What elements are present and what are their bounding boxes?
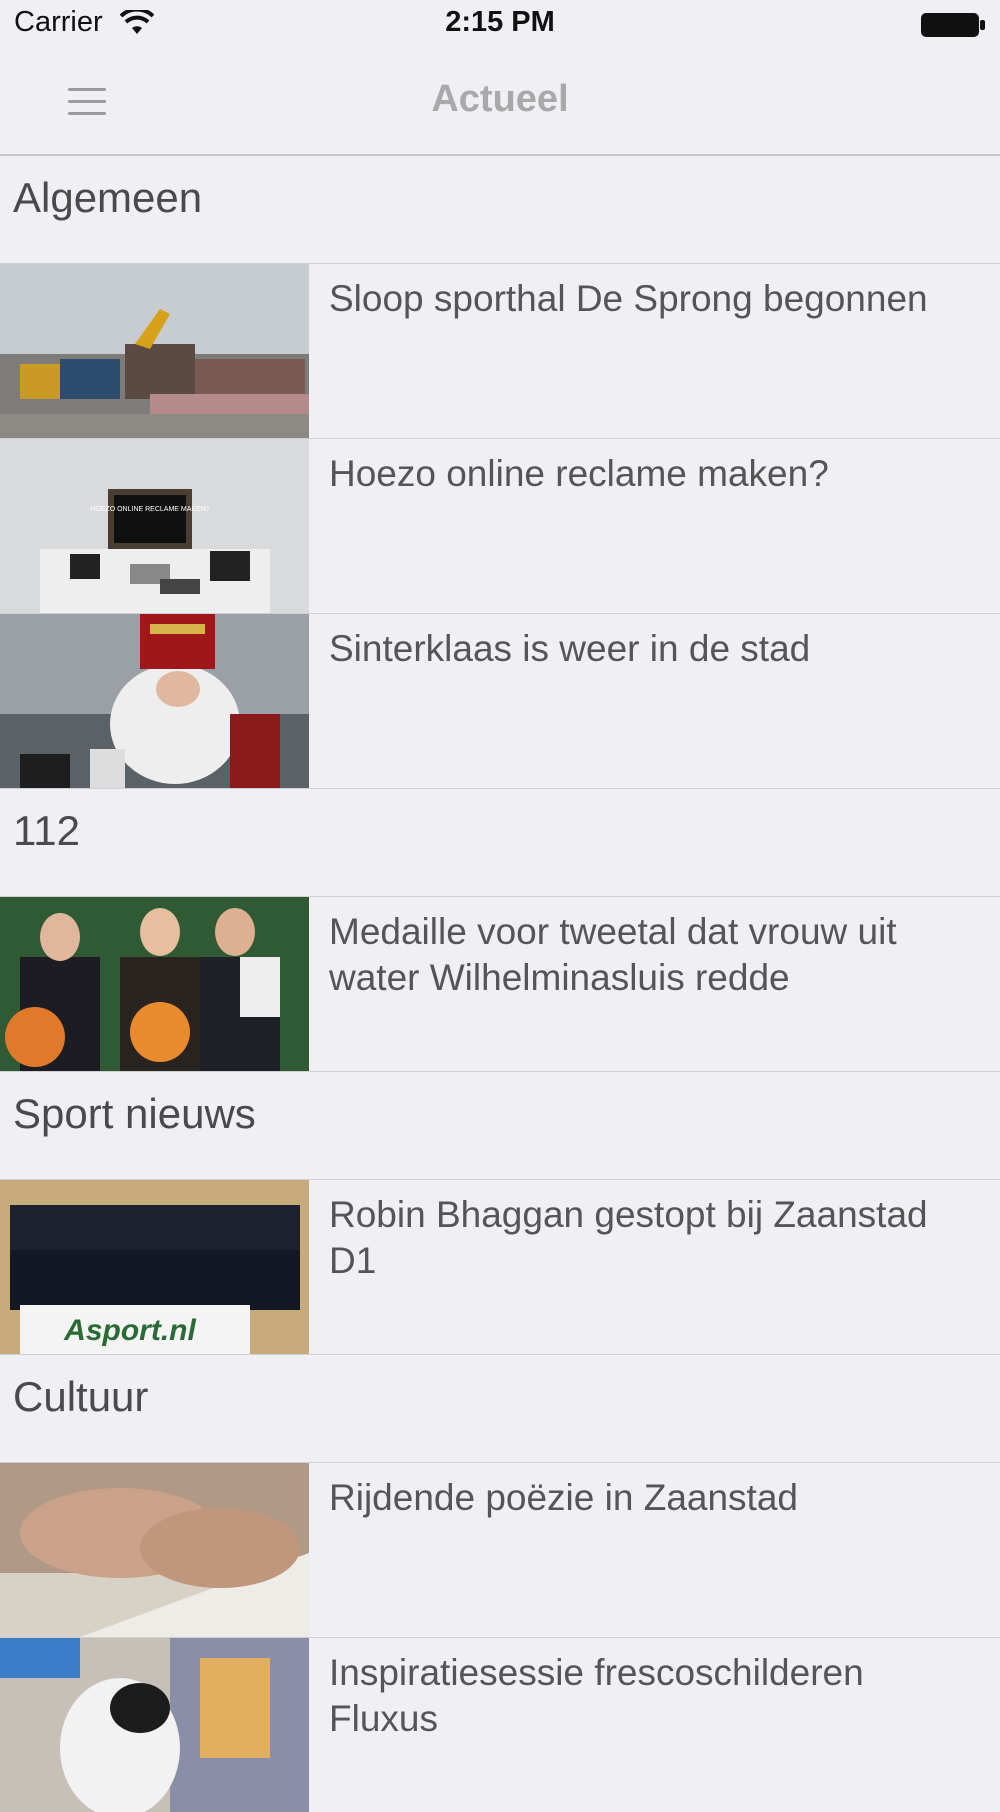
status-bar: Carrier 2:15 PM xyxy=(0,0,1000,50)
page-title: Actueel xyxy=(431,78,569,120)
section-header-112: 112 xyxy=(0,788,1000,896)
news-item[interactable]: HOEZO ONLINE RECLAME MAKEN? Hoezo online… xyxy=(0,438,1000,613)
news-thumbnail xyxy=(0,897,309,1071)
news-thumbnail: HOEZO ONLINE RECLAME MAKEN? xyxy=(0,439,309,613)
news-thumbnail xyxy=(0,264,309,438)
news-item[interactable]: Inspiratiesessie frescoschilderen Fluxus xyxy=(0,1637,1000,1812)
section-title: 112 xyxy=(13,807,80,854)
news-title: Inspiratiesessie frescoschilderen Fluxus xyxy=(329,1652,864,1739)
thumbnail-caption: Asport.nl xyxy=(63,1314,196,1347)
news-thumbnail xyxy=(0,1638,309,1812)
thumbnail-caption: HOEZO ONLINE RECLAME MAKEN? xyxy=(90,506,210,513)
news-thumbnail xyxy=(0,1463,309,1637)
news-title: Rijdende poëzie in Zaanstad xyxy=(329,1477,798,1518)
section-header-cultuur: Cultuur xyxy=(0,1354,1000,1462)
news-item[interactable]: Medaille voor tweetal dat vrouw uit wate… xyxy=(0,896,1000,1071)
clock: 2:15 PM xyxy=(445,6,555,38)
news-item[interactable]: Sinterklaas is weer in de stad xyxy=(0,613,1000,788)
news-title: Medaille voor tweetal dat vrouw uit wate… xyxy=(329,911,897,998)
news-item[interactable]: Sloop sporthal De Sprong begonnen xyxy=(0,263,1000,438)
section-title: Algemeen xyxy=(13,174,203,221)
section-header-algemeen: Algemeen xyxy=(0,156,1000,263)
section-title: Cultuur xyxy=(13,1373,149,1420)
news-item[interactable]: Rijdende poëzie in Zaanstad xyxy=(0,1462,1000,1637)
news-title: Hoezo online reclame maken? xyxy=(329,453,829,494)
news-thumbnail: Asport.nl xyxy=(0,1180,309,1354)
battery-icon xyxy=(921,13,985,37)
news-list[interactable]: Algemeen Sloop sporthal De Sprong begonn… xyxy=(0,156,1000,1812)
news-item[interactable]: Asport.nl Robin Bhaggan gestopt bij Zaan… xyxy=(0,1179,1000,1354)
navigation-bar: Actueel xyxy=(0,50,1000,156)
news-title: Robin Bhaggan gestopt bij Zaanstad D1 xyxy=(329,1194,928,1281)
news-title: Sinterklaas is weer in de stad xyxy=(329,628,811,669)
section-header-sport-nieuws: Sport nieuws xyxy=(0,1071,1000,1179)
section-title: Sport nieuws xyxy=(13,1090,256,1137)
news-title: Sloop sporthal De Sprong begonnen xyxy=(329,278,928,319)
news-thumbnail xyxy=(0,614,309,788)
